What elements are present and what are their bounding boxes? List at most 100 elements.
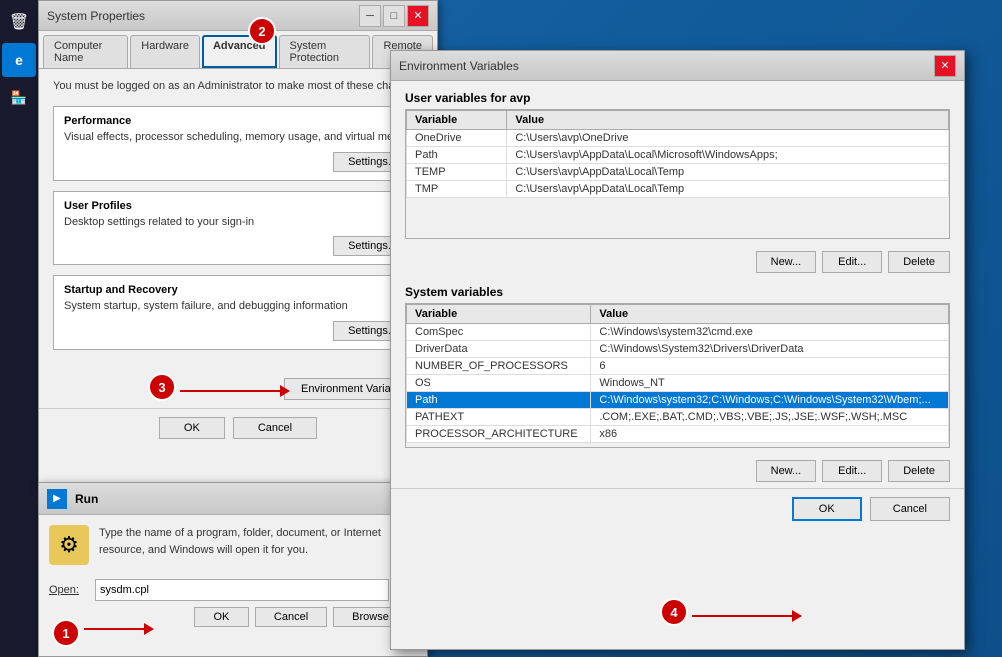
user-variables-table-container: Variable Value OneDrive C:\Users\avp\One…	[405, 109, 950, 239]
sys-var-value: C:\Windows\System32\Drivers\DriverData	[591, 341, 949, 358]
system-variables-table-container: Variable Value ComSpec C:\Windows\system…	[405, 303, 950, 448]
run-icon: ▶	[47, 489, 67, 509]
system-props-ok-button[interactable]: OK	[159, 417, 225, 439]
env-ok-button[interactable]: OK	[792, 497, 862, 521]
table-row[interactable]: ComSpec C:\Windows\system32\cmd.exe	[407, 324, 949, 341]
system-new-button[interactable]: New...	[756, 460, 817, 482]
table-row[interactable]: Path C:\Windows\system32;C:\Windows;C:\W…	[407, 392, 949, 409]
sys-col-variable: Variable	[407, 305, 591, 324]
performance-title: Performance	[64, 115, 412, 127]
tab-hardware[interactable]: Hardware	[130, 35, 200, 68]
env-ok-cancel-row: OK Cancel	[391, 488, 964, 529]
system-ncd-row: New... Edit... Delete	[405, 460, 950, 482]
table-row[interactable]: PROCESSOR_ARCHITECTURE x86	[407, 426, 949, 443]
performance-section: Performance Visual effects, processor sc…	[53, 106, 423, 180]
sys-var-value: C:\Windows\system32;C:\Windows;C:\Window…	[591, 392, 949, 409]
table-row[interactable]: DriverData C:\Windows\System32\Drivers\D…	[407, 341, 949, 358]
user-edit-button[interactable]: Edit...	[822, 251, 882, 273]
user-var-value: C:\Users\avp\AppData\Local\Temp	[507, 164, 949, 181]
annotation-circle-1: 1	[52, 619, 80, 647]
run-cancel-button[interactable]: Cancel	[255, 607, 327, 627]
sys-var-value: .COM;.EXE;.BAT;.CMD;.VBS;.VBE;.JS;.JSE;.…	[591, 409, 949, 426]
env-vars-titlebar: Environment Variables ✕	[391, 51, 964, 81]
user-variables-table: Variable Value OneDrive C:\Users\avp\One…	[406, 110, 949, 198]
system-variables-section: System variables Variable Value ComSpec …	[391, 279, 964, 454]
annotation-arrow-1	[84, 623, 154, 635]
run-body: ⚙ Type the name of a program, folder, do…	[39, 515, 427, 575]
user-var-name: TMP	[407, 181, 507, 198]
system-properties-title: System Properties	[47, 9, 359, 23]
table-row[interactable]: OS Windows_NT	[407, 375, 949, 392]
user-new-button[interactable]: New...	[756, 251, 817, 273]
maximize-button[interactable]: □	[383, 5, 405, 27]
user-col-variable: Variable	[407, 111, 507, 130]
startup-recovery-desc: System startup, system failure, and debu…	[64, 299, 412, 314]
sys-var-name: OS	[407, 375, 591, 392]
annotation-arrow-4	[692, 610, 802, 622]
table-row[interactable]: PATHEXT .COM;.EXE;.BAT;.CMD;.VBS;.VBE;.J…	[407, 409, 949, 426]
sys-var-name: NUMBER_OF_PROCESSORS	[407, 358, 591, 375]
sys-var-value: x86	[591, 426, 949, 443]
table-row[interactable]: TEMP C:\Users\avp\AppData\Local\Temp	[407, 164, 949, 181]
run-title: Run	[75, 492, 98, 506]
env-vars-title: Environment Variables	[399, 59, 934, 73]
run-large-icon: ⚙	[49, 525, 89, 565]
recycle-bin-icon[interactable]: 🗑	[2, 5, 36, 39]
sys-var-name: Path	[407, 392, 591, 409]
user-profiles-title: User Profiles	[64, 200, 412, 212]
system-variables-title: System variables	[405, 285, 950, 299]
table-row[interactable]: Path C:\Users\avp\AppData\Local\Microsof…	[407, 147, 949, 164]
sys-var-name: ComSpec	[407, 324, 591, 341]
env-cancel-button[interactable]: Cancel	[870, 497, 950, 521]
system-properties-content: You must be logged on as an Administrato…	[39, 69, 437, 370]
env-window-controls: ✕	[934, 55, 956, 77]
tab-system-protection[interactable]: System Protection	[279, 35, 371, 68]
user-ncd-row: New... Edit... Delete	[405, 251, 950, 273]
user-col-value: Value	[507, 111, 949, 130]
user-var-name: Path	[407, 147, 507, 164]
sys-var-name: DriverData	[407, 341, 591, 358]
user-delete-button[interactable]: Delete	[888, 251, 950, 273]
sys-col-value: Value	[591, 305, 949, 324]
annotation-circle-2: 2	[248, 17, 276, 45]
user-var-value: C:\Users\avp\AppData\Local\Microsoft\Win…	[507, 147, 949, 164]
window-controls: ─ □ ✕	[359, 5, 429, 27]
sys-var-name: PATHEXT	[407, 409, 591, 426]
run-input-row: Open: ▼	[39, 575, 427, 607]
user-var-value: C:\Users\avp\AppData\Local\Temp	[507, 181, 949, 198]
user-profiles-section: User Profiles Desktop settings related t…	[53, 191, 423, 265]
edge-icon[interactable]: e	[2, 43, 36, 77]
annotation-circle-3: 3	[148, 373, 176, 401]
run-description: Type the name of a program, folder, docu…	[99, 525, 417, 565]
startup-recovery-section: Startup and Recovery System startup, sys…	[53, 275, 423, 349]
sys-var-value: C:\Windows\system32\cmd.exe	[591, 324, 949, 341]
run-ok-button[interactable]: OK	[194, 607, 249, 627]
performance-desc: Visual effects, processor scheduling, me…	[64, 130, 412, 145]
close-button[interactable]: ✕	[407, 5, 429, 27]
user-variables-section: User variables for avp Variable Value On…	[391, 81, 964, 245]
system-props-cancel-button[interactable]: Cancel	[233, 417, 317, 439]
user-profiles-desc: Desktop settings related to your sign-in	[64, 215, 412, 230]
admin-note: You must be logged on as an Administrato…	[53, 79, 423, 94]
table-row[interactable]: OneDrive C:\Users\avp\OneDrive	[407, 130, 949, 147]
system-variables-table: Variable Value ComSpec C:\Windows\system…	[406, 304, 949, 443]
ok-cancel-row: OK Cancel	[39, 408, 437, 447]
tab-bar: Computer Name Hardware Advanced System P…	[39, 31, 437, 69]
table-row[interactable]: TMP C:\Users\avp\AppData\Local\Temp	[407, 181, 949, 198]
env-close-button[interactable]: ✕	[934, 55, 956, 77]
sidebar: 🗑 e 🏪	[0, 0, 38, 657]
run-titlebar: ▶ Run ✕	[39, 483, 427, 515]
minimize-button[interactable]: ─	[359, 5, 381, 27]
user-var-name: TEMP	[407, 164, 507, 181]
table-row[interactable]: NUMBER_OF_PROCESSORS 6	[407, 358, 949, 375]
microsoftstore-icon[interactable]: 🏪	[2, 81, 36, 115]
sys-var-name: PROCESSOR_ARCHITECTURE	[407, 426, 591, 443]
annotation-arrow-3	[180, 385, 290, 397]
sys-var-value: 6	[591, 358, 949, 375]
startup-recovery-title: Startup and Recovery	[64, 284, 412, 296]
system-delete-button[interactable]: Delete	[888, 460, 950, 482]
run-open-label: Open:	[49, 584, 87, 596]
tab-computer-name[interactable]: Computer Name	[43, 35, 128, 68]
system-edit-button[interactable]: Edit...	[822, 460, 882, 482]
run-input-field[interactable]	[95, 579, 389, 601]
